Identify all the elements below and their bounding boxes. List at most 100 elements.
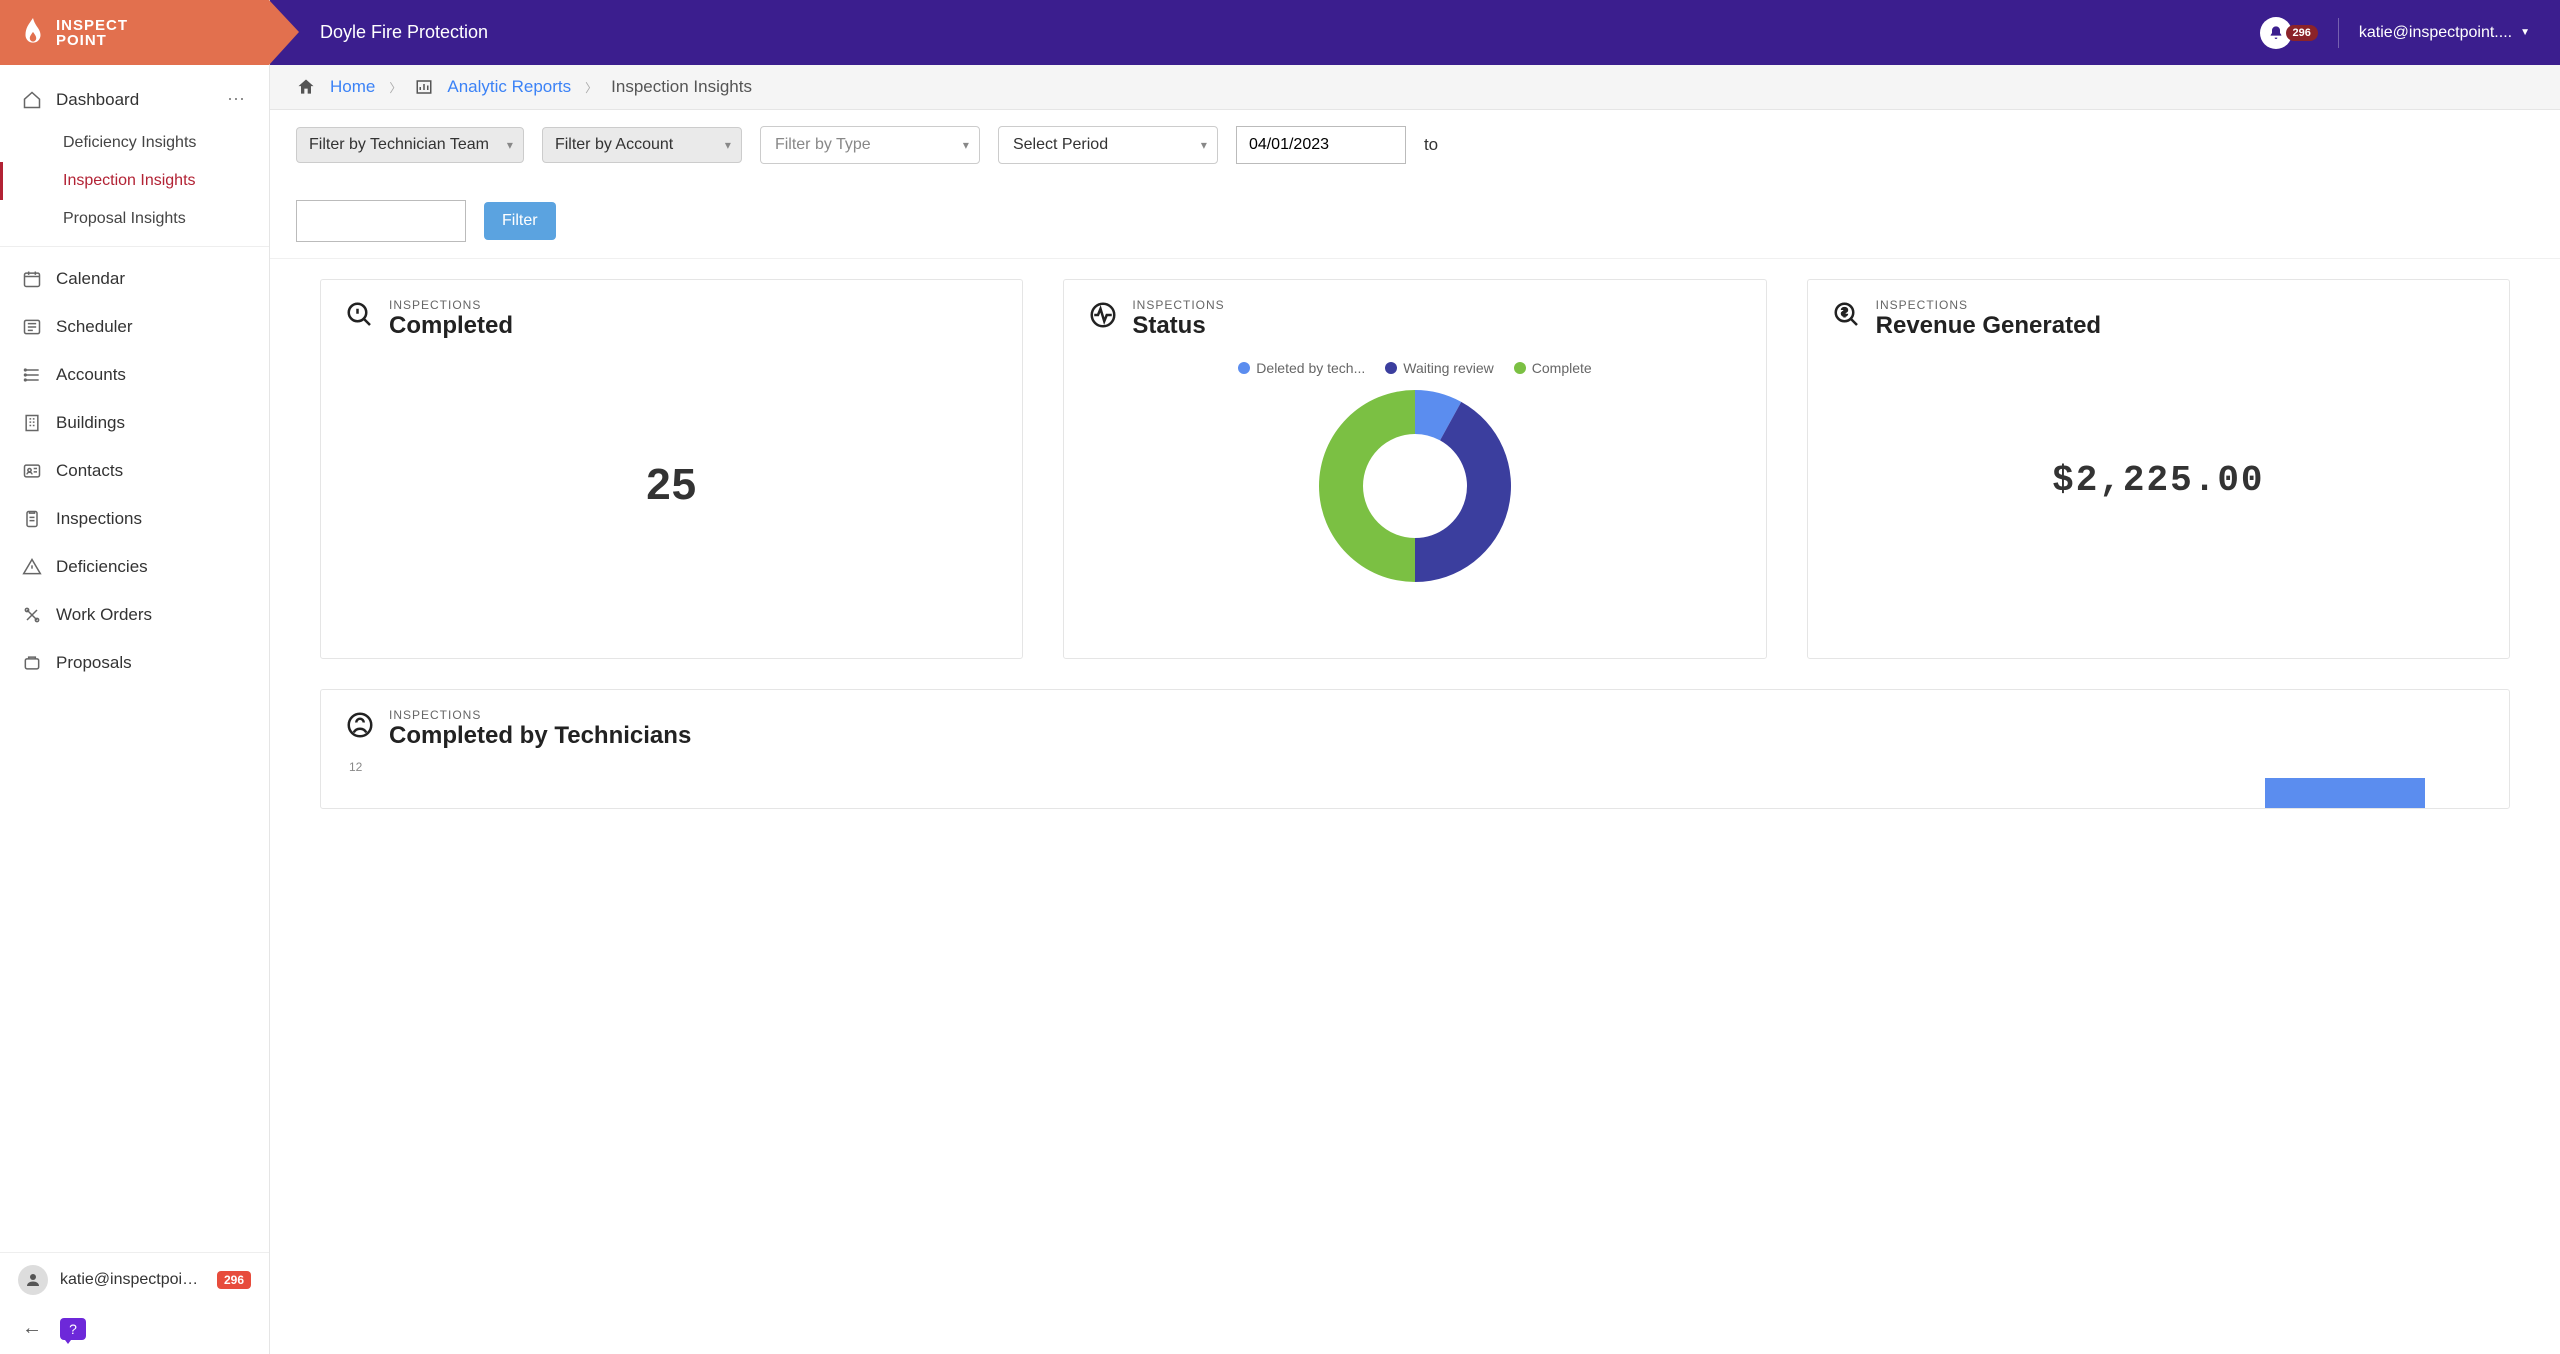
nav-deficiencies[interactable]: Deficiencies: [0, 543, 269, 591]
nav-inspections[interactable]: Inspections: [0, 495, 269, 543]
card-title: Status: [1132, 312, 1224, 340]
bar-chart-partial: [345, 778, 2485, 808]
caret-down-icon: ▼: [2520, 27, 2530, 38]
filter-bar: Filter by Technician Team Filter by Acco…: [270, 110, 2560, 259]
card-revenue: INSPECTIONS Revenue Generated $2,225.00: [1807, 279, 2510, 659]
magnify-dollar-icon: [1832, 300, 1862, 330]
flame-icon: [20, 18, 46, 48]
chart-legend: Deleted by tech... Waiting review Comple…: [1088, 360, 1741, 376]
card-title: Completed by Technicians: [389, 722, 691, 750]
deficiencies-icon: [22, 557, 42, 577]
nav-label: Inspections: [56, 509, 142, 529]
legend-item[interactable]: Complete: [1514, 360, 1592, 376]
nav-proposals[interactable]: Proposals: [0, 639, 269, 687]
nav-dashboard-label: Dashboard: [56, 90, 139, 110]
person-icon: [345, 710, 375, 740]
sidebar-user-email: katie@inspectpoint....: [60, 1271, 205, 1289]
nav: Dashboard ⋯ Deficiency Insights Inspecti…: [0, 65, 269, 1252]
nav-label: Accounts: [56, 365, 126, 385]
brand-text: INSPECT POINT: [56, 18, 128, 48]
content-area: INSPECTIONS Completed 25 INSPECTIONS Sta: [270, 259, 2560, 1354]
card-subtitle: INSPECTIONS: [389, 708, 691, 722]
inspections-icon: [22, 509, 42, 529]
subnav-deficiency-insights[interactable]: Deficiency Insights: [0, 124, 269, 162]
card-subtitle: INSPECTIONS: [1132, 298, 1224, 312]
completed-value: 25: [345, 460, 998, 510]
contacts-icon: [22, 461, 42, 481]
chevron-right-icon: 〉: [389, 79, 401, 96]
donut-chart: [1088, 386, 1741, 586]
nav-scheduler[interactable]: Scheduler: [0, 303, 269, 351]
legend-item[interactable]: Waiting review: [1385, 360, 1494, 376]
card-subtitle: INSPECTIONS: [1876, 298, 2101, 312]
nav-label: Scheduler: [56, 317, 133, 337]
avatar-icon: [18, 1265, 48, 1295]
scheduler-icon: [22, 317, 42, 337]
legend-item[interactable]: Deleted by tech...: [1238, 360, 1365, 376]
sidebar: INSPECT POINT Dashboard ⋯ Deficiency Ins…: [0, 0, 270, 1354]
nav-accounts[interactable]: Accounts: [0, 351, 269, 399]
card-title: Revenue Generated: [1876, 312, 2101, 340]
notifications-button[interactable]: 296: [2260, 17, 2318, 49]
user-menu[interactable]: katie@inspectpoint.... ▼: [2359, 24, 2530, 42]
calendar-icon: [22, 269, 42, 289]
crumb-reports[interactable]: Analytic Reports: [447, 77, 571, 97]
nav-label: Buildings: [56, 413, 125, 433]
crumb-home[interactable]: Home: [330, 77, 375, 97]
date-from-input[interactable]: [1236, 126, 1406, 164]
sidebar-footer: katie@inspectpoint.... 296 ← ?: [0, 1252, 269, 1354]
main: Doyle Fire Protection 296 katie@inspectp…: [270, 0, 2560, 1354]
magnify-alert-icon: [345, 300, 375, 330]
card-completed-by-tech: INSPECTIONS Completed by Technicians 12: [320, 689, 2510, 809]
nav-label: Calendar: [56, 269, 125, 289]
divider: [2338, 18, 2339, 48]
buildings-icon: [22, 413, 42, 433]
brand-logo[interactable]: INSPECT POINT: [0, 0, 269, 65]
nav-dashboard[interactable]: Dashboard ⋯: [0, 75, 269, 124]
subnav-inspection-insights[interactable]: Inspection Insights: [0, 162, 269, 200]
subnav-proposal-insights[interactable]: Proposal Insights: [0, 200, 269, 238]
nav-work-orders[interactable]: Work Orders: [0, 591, 269, 639]
nav-label: Work Orders: [56, 605, 152, 625]
revenue-value: $2,225.00: [1832, 460, 2485, 501]
help-icon[interactable]: ?: [60, 1318, 86, 1340]
sidebar-user[interactable]: katie@inspectpoint.... 296: [0, 1253, 269, 1307]
home-icon: [22, 90, 42, 110]
filter-period-select[interactable]: Select Period: [998, 126, 1218, 164]
work-orders-icon: [22, 605, 42, 625]
date-to-input[interactable]: [296, 200, 466, 242]
collapse-icon[interactable]: ←: [22, 1317, 42, 1340]
crumb-current: Inspection Insights: [611, 77, 752, 97]
bar: [2265, 778, 2425, 808]
nav-label: Proposals: [56, 653, 132, 673]
accounts-icon: [22, 365, 42, 385]
dashboard-submenu: Deficiency Insights Inspection Insights …: [0, 124, 269, 247]
activity-icon: [1088, 300, 1118, 330]
nav-buildings[interactable]: Buildings: [0, 399, 269, 447]
filter-account-select[interactable]: Filter by Account: [542, 127, 742, 163]
chevron-right-icon: 〉: [585, 79, 597, 96]
nav-calendar[interactable]: Calendar: [0, 255, 269, 303]
nav-label: Contacts: [56, 461, 123, 481]
chart-icon: [415, 78, 433, 96]
notif-count: 296: [2286, 25, 2318, 41]
card-completed: INSPECTIONS Completed 25: [320, 279, 1023, 659]
more-icon[interactable]: ⋯: [227, 89, 247, 110]
breadcrumb: Home 〉 Analytic Reports 〉 Inspection Ins…: [270, 65, 2560, 110]
y-axis-tick: 12: [349, 760, 2485, 774]
sidebar-notif-badge: 296: [217, 1271, 251, 1289]
company-name: Doyle Fire Protection: [320, 22, 488, 43]
card-subtitle: INSPECTIONS: [389, 298, 513, 312]
filter-team-select[interactable]: Filter by Technician Team: [296, 127, 524, 163]
proposals-icon: [22, 653, 42, 673]
home-icon[interactable]: [296, 77, 316, 97]
topbar: Doyle Fire Protection 296 katie@inspectp…: [270, 0, 2560, 65]
nav-label: Deficiencies: [56, 557, 148, 577]
filter-button[interactable]: Filter: [484, 202, 556, 240]
card-title: Completed: [389, 312, 513, 340]
nav-contacts[interactable]: Contacts: [0, 447, 269, 495]
user-email: katie@inspectpoint....: [2359, 24, 2512, 42]
to-label: to: [1424, 135, 1438, 155]
card-status: INSPECTIONS Status Deleted by tech... Wa…: [1063, 279, 1766, 659]
filter-type-select[interactable]: Filter by Type: [760, 126, 980, 164]
